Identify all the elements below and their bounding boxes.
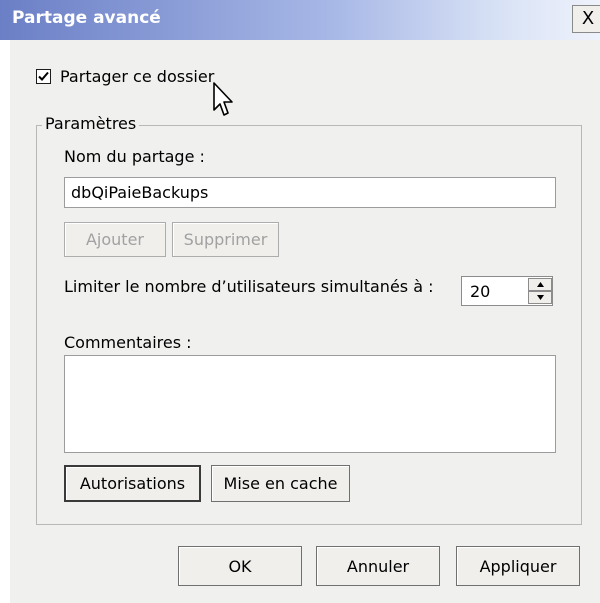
advanced-sharing-dialog: Partage avancé X Partager ce dossier Par…	[0, 0, 600, 603]
spin-down-button[interactable]	[528, 291, 552, 304]
user-limit-value[interactable]: 20	[470, 282, 490, 301]
share-name-value: dbQiPaieBackups	[71, 183, 209, 202]
cancel-button-label: Annuler	[346, 556, 410, 576]
mouse-cursor-icon	[213, 82, 233, 116]
add-button[interactable]: Ajouter	[64, 222, 166, 257]
title-bar[interactable]: Partage avancé	[0, 0, 600, 40]
window-title: Partage avancé	[12, 8, 161, 28]
share-folder-option[interactable]: Partager ce dossier	[36, 65, 214, 87]
caching-button-label: Mise en cache	[223, 474, 338, 493]
close-button[interactable]: X	[572, 5, 600, 33]
close-icon: X	[581, 8, 595, 29]
add-button-label: Ajouter	[85, 230, 144, 249]
permissions-button-label: Autorisations	[79, 474, 186, 493]
user-limit-label: Limiter le nombre d’utilisateurs simulta…	[64, 277, 434, 296]
cancel-button[interactable]: Annuler	[316, 546, 440, 586]
comments-input[interactable]	[64, 355, 556, 453]
share-folder-checkbox[interactable]	[36, 68, 51, 84]
share-name-label: Nom du partage :	[64, 147, 205, 166]
spin-up-button[interactable]	[528, 278, 552, 291]
remove-button[interactable]: Supprimer	[172, 222, 279, 257]
ok-button-label: OK	[228, 556, 252, 576]
share-folder-label: Partager ce dossier	[60, 66, 215, 86]
arrow-down-icon	[537, 295, 544, 300]
comments-label: Commentaires :	[64, 333, 192, 352]
user-limit-spinner[interactable]: 20	[461, 276, 553, 306]
parameters-group-label: Paramètres	[42, 114, 140, 133]
ok-button[interactable]: OK	[178, 546, 302, 586]
arrow-up-icon	[537, 282, 544, 287]
check-icon	[38, 71, 49, 81]
share-name-input[interactable]: dbQiPaieBackups	[64, 177, 556, 208]
apply-button-label: Appliquer	[479, 556, 557, 576]
caching-button[interactable]: Mise en cache	[211, 465, 350, 502]
apply-button[interactable]: Appliquer	[456, 546, 580, 586]
remove-button-label: Supprimer	[183, 230, 268, 249]
permissions-button[interactable]: Autorisations	[64, 465, 201, 502]
